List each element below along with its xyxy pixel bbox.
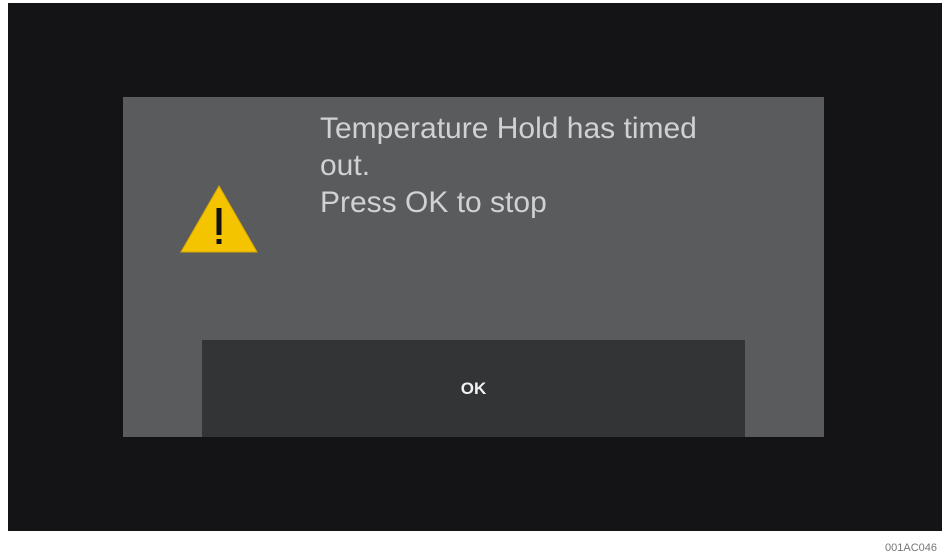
warning-icon: [179, 184, 259, 254]
figure-code: 001AC046: [885, 542, 937, 554]
device-screen: Temperature Hold has timed out. Press OK…: [8, 3, 942, 531]
figure: Temperature Hold has timed out. Press OK…: [0, 0, 945, 560]
message-line: Temperature Hold has timed: [320, 112, 697, 145]
message-line: out.: [320, 149, 371, 182]
dialog-message: Temperature Hold has timed out. Press OK…: [320, 110, 800, 221]
message-line: Press OK to stop: [320, 186, 547, 219]
ok-button[interactable]: OK: [202, 340, 745, 437]
alert-dialog: Temperature Hold has timed out. Press OK…: [123, 97, 824, 437]
